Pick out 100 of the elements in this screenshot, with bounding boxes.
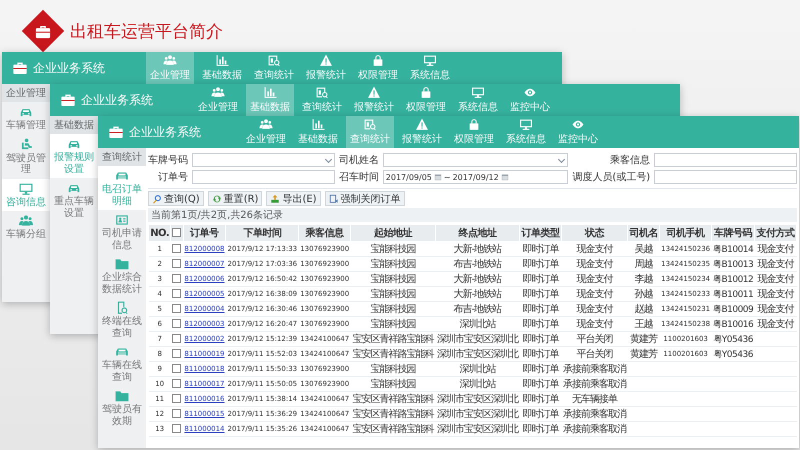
sidebar-item[interactable]: 车辆分组 [2, 211, 50, 244]
checkbox[interactable] [172, 364, 182, 374]
table-cell: 深圳市宝安区深圳北 [436, 409, 518, 420]
checkbox[interactable] [172, 304, 182, 314]
document-close-icon [328, 194, 339, 204]
column-header: 车牌号码 [712, 224, 755, 242]
table-cell: 现金支付 [576, 259, 612, 270]
table-cell: 深圳北站 [459, 319, 496, 330]
toolbar-button[interactable]: 查询(Q) [148, 191, 204, 206]
toolbar-button[interactable]: 导出(E) [266, 191, 321, 206]
sidebar-item[interactable]: 企业综合数据统计 [98, 254, 146, 298]
sidebar-item[interactable]: 司机申请信息 [98, 210, 146, 254]
date-field[interactable]: 2017/09/12 [452, 172, 499, 182]
column-header: 状态 [561, 224, 628, 242]
briefcase-icon [12, 60, 28, 76]
nav-tab[interactable]: 报警统计 [302, 52, 350, 84]
briefcase-icon [108, 124, 124, 140]
slide-title: 出租车运营平台简介 [70, 20, 223, 42]
nav-tab[interactable]: 查询统计 [250, 52, 298, 84]
people-icon [18, 214, 34, 228]
table-cell: 粤B10011 [712, 290, 754, 300]
table-cell: 布吉-地铁站 [454, 304, 502, 315]
calendar-icon [500, 173, 509, 181]
sidebar-item[interactable]: 报警规则设置 [50, 134, 98, 178]
eye-icon [571, 118, 585, 131]
checkbox[interactable] [172, 228, 182, 238]
table-cell: 宝能科技园 [370, 289, 416, 300]
nav-tab[interactable]: 系统信息 [454, 84, 502, 116]
export-icon [270, 194, 280, 204]
table-cell: 宝安区青祥路宝能科 [352, 424, 434, 435]
table-cell: 吴越 [634, 244, 653, 255]
table-cell: 周越 [634, 259, 653, 270]
table-cell: 宝安区青祥路宝能科 [352, 409, 434, 420]
column-header: 起始地址 [350, 224, 436, 242]
nav-tab[interactable]: 查询统计 [298, 84, 346, 116]
table-cell: 粤B10012 [712, 274, 754, 284]
table-cell: 粤B10009 [712, 304, 754, 314]
eye-icon [523, 86, 537, 99]
input-field[interactable] [192, 170, 335, 184]
filter-label: 乘客信息 [609, 154, 650, 167]
input-field[interactable] [654, 170, 797, 184]
table-cell: 现金支付 [576, 319, 612, 330]
checkbox[interactable] [172, 424, 182, 434]
sidebar-item[interactable]: 重点车辆设置 [50, 178, 98, 222]
table-cell: 宝能科技园 [370, 259, 416, 270]
checkbox[interactable] [172, 244, 182, 254]
sidebar-item[interactable]: 车辆管理 [2, 102, 50, 134]
nav-tab[interactable]: 基础数据 [294, 116, 342, 148]
sidebar-item[interactable]: 驾驶员有效期 [98, 386, 146, 430]
sidebar-item[interactable]: 咨询信息 [2, 178, 50, 211]
checkbox[interactable] [172, 379, 182, 388]
table-cell: 粤Y05436 [713, 334, 753, 344]
table-cell: 黄建芳 [630, 334, 658, 345]
table-cell: 即时订单 [522, 364, 559, 375]
checkbox[interactable] [172, 289, 182, 298]
nav-tab[interactable]: 监控中心 [506, 84, 554, 116]
checkbox[interactable] [172, 274, 182, 284]
nav-tab[interactable]: 企业管理 [194, 84, 242, 116]
monitor-icon [519, 118, 533, 131]
sidebar-item[interactable]: 驾驶员管理 [2, 134, 50, 178]
nav-tab[interactable]: 权限管理 [402, 84, 450, 116]
table-cell: 平台关闭 [576, 349, 612, 360]
column-header: 司机名 [628, 224, 660, 242]
checkbox[interactable] [172, 334, 182, 344]
date-field[interactable]: 2017/09/05 [386, 172, 432, 182]
nav-tab[interactable]: 基础数据 [198, 52, 246, 84]
nav-tab[interactable]: 系统信息 [502, 116, 550, 148]
nav-tab[interactable]: 报警统计 [350, 84, 398, 116]
input-field[interactable] [654, 153, 797, 167]
table-cell: 即时订单 [522, 349, 559, 360]
checkbox[interactable] [172, 319, 182, 328]
dropdown-field[interactable] [192, 153, 335, 167]
table-cell: 大新-地铁站 [454, 274, 502, 285]
table-cell: 现金支付 [758, 259, 794, 270]
nav-tab[interactable]: 企业管理 [242, 116, 290, 148]
window-title: 企业业务系统 [129, 124, 201, 140]
sidebar-item[interactable]: 终端在线查询 [98, 298, 146, 342]
refresh-icon [212, 194, 222, 204]
table-cell: 即时订单 [522, 394, 559, 405]
checkbox[interactable] [172, 349, 182, 358]
table-cell: 深圳北站 [459, 364, 496, 375]
nav-tab[interactable]: 权限管理 [450, 116, 498, 148]
checkbox[interactable] [172, 409, 182, 418]
checkbox[interactable] [172, 394, 182, 404]
nav-tab[interactable]: 权限管理 [354, 52, 402, 84]
folder-icon [114, 257, 130, 271]
column-header: 订单类型 [520, 224, 562, 242]
nav-tab[interactable]: 报警统计 [398, 116, 446, 148]
table-cell: 即时订单 [522, 289, 559, 300]
nav-tab[interactable]: 监控中心 [554, 116, 602, 148]
table-cell: 宝能科技园 [370, 304, 416, 315]
toolbar-button[interactable]: 重置(R) [208, 191, 262, 206]
toolbar-button[interactable]: 强制关闭订单 [324, 191, 405, 206]
table-cell: 宝能科技园 [370, 274, 416, 285]
nav-tab[interactable]: 系统信息 [406, 52, 454, 84]
checkbox[interactable] [172, 259, 182, 268]
sidebar-item[interactable]: 电召订单明细 [98, 166, 146, 210]
table-cell: 深圳市宝安区深圳北 [436, 394, 518, 405]
sidebar-item[interactable]: 车辆在线查询 [98, 342, 146, 386]
dropdown-field[interactable] [382, 153, 568, 167]
